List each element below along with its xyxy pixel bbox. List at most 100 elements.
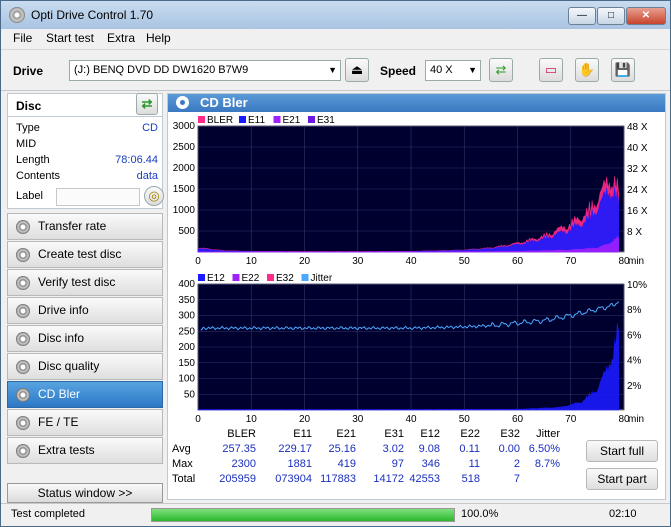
floppy-disk-icon: 💾 [614, 62, 632, 77]
minimize-button[interactable]: — [568, 7, 596, 25]
stats-cell: 3.02 [382, 443, 404, 455]
nav-cd-bler[interactable]: CD Bler [7, 381, 163, 408]
y2-tick-label: 4% [627, 356, 642, 367]
drive-label: Drive [13, 64, 44, 78]
start-part-button[interactable]: Start part [586, 468, 658, 490]
refresh-speed-button[interactable]: ⇄ [489, 58, 513, 82]
y-tick-label: 500 [178, 226, 195, 237]
disc-icon [16, 220, 30, 234]
x-tick-label: 10 [246, 256, 258, 267]
disc-panel-title: Disc [16, 99, 42, 113]
start-full-button[interactable]: Start full [586, 440, 658, 462]
nav-extra-tests[interactable]: Extra tests [7, 437, 163, 464]
refresh-icon: ⇄ [141, 96, 153, 111]
disc-contents-value: data [136, 170, 158, 182]
disc-icon: ◎ [148, 188, 160, 203]
nav-label: Verify test disc [38, 275, 116, 289]
disc-type-value: CD [142, 122, 158, 134]
y2-tick-label: 8 X [627, 227, 642, 238]
disc-icon [16, 444, 30, 458]
nav-label: Create test disc [38, 247, 122, 261]
nav-verify-test-disc[interactable]: Verify test disc [7, 269, 163, 296]
nav-label: CD Bler [38, 387, 81, 401]
legend-swatch [273, 116, 281, 123]
chevron-down-icon: ▼ [328, 65, 337, 75]
refresh-disc-button[interactable]: ⇄ [136, 93, 158, 115]
x-unit-label: min [628, 256, 644, 267]
progress-bar [151, 508, 455, 522]
elapsed-time: 02:10 [609, 508, 637, 520]
y-tick-label: 350 [178, 295, 195, 306]
y2-tick-label: 32 X [627, 164, 648, 175]
toolbar: Drive (J:) BENQ DVD DD DW1620 B7W9 ▼ ⏏ S… [1, 49, 670, 91]
save-button[interactable]: 💾 [611, 58, 635, 82]
nav-disc-quality[interactable]: Disc quality [7, 353, 163, 380]
stats-cell: Total [172, 473, 196, 485]
cd-bler-panel: CD Bler BLER E11 E21 E31 0 10 20 30 40 50 60 70 80 mi… [167, 93, 666, 500]
y2-tick-label: 8% [627, 305, 642, 316]
stats-header-cell: E22 [460, 428, 480, 440]
legend-swatch [301, 274, 309, 281]
stats-cell: 257.35 [222, 443, 256, 455]
stats-header-cell: BLER [227, 428, 256, 440]
legend-swatch [267, 274, 274, 281]
menu-extra[interactable]: Extra [107, 31, 135, 45]
nav-label: Drive info [38, 303, 89, 317]
nav-drive-info[interactable]: Drive info [7, 297, 163, 324]
stats-cell: 42553 [409, 473, 440, 485]
stats-cell: 1881 [287, 458, 312, 470]
y2-tick-label: 24 X [627, 185, 648, 196]
y-tick-label: 200 [178, 342, 195, 353]
menu-help[interactable]: Help [146, 31, 171, 45]
stats-cell: 117883 [320, 473, 356, 485]
disc-row-contents: Contents data [16, 170, 158, 185]
y-tick-label: 2500 [173, 142, 196, 153]
nav-label: FE / TE [38, 415, 79, 429]
stats-table: BLER E11 E21 E31 E12 E22 E32 Jitter Avg 257.35 229… [168, 424, 578, 494]
eraser-icon: ▭ [544, 62, 558, 77]
stats-cell: 6.50% [528, 443, 560, 455]
status-text: Test completed [11, 508, 85, 520]
disc-row-mid: MID [16, 138, 158, 153]
nav-transfer-rate[interactable]: Transfer rate [7, 213, 163, 240]
close-button[interactable]: ✕ [626, 7, 666, 25]
y2-tick-label: 6% [627, 330, 642, 341]
erase-button[interactable]: ▭ [539, 58, 563, 82]
speed-select[interactable]: 40 X ▼ [425, 60, 481, 81]
hand-icon: ✋ [578, 62, 596, 77]
x-tick-label: 30 [352, 256, 364, 267]
x-unit-label: min [628, 414, 644, 425]
disc-icon [16, 332, 30, 346]
eject-icon: ⏏ [350, 62, 364, 77]
disc-icon [16, 276, 30, 290]
progress-fill [152, 509, 454, 521]
status-window-button[interactable]: Status window >> [7, 483, 163, 503]
x-tick-label: 20 [299, 256, 311, 267]
label-apply-button[interactable]: ◎ [144, 186, 164, 206]
drive-select-value: (J:) BENQ DVD DD DW1620 B7W9 [74, 64, 249, 76]
legend-swatch [239, 116, 246, 123]
stats-cell: 14172 [373, 473, 404, 485]
drive-select[interactable]: (J:) BENQ DVD DD DW1620 B7W9 ▼ [69, 60, 341, 81]
disc-icon [16, 360, 30, 374]
legend-label: E12 [207, 273, 225, 284]
y-tick-label: 100 [178, 374, 195, 385]
disc-label-field[interactable] [56, 188, 140, 206]
menu-file[interactable]: File [13, 31, 32, 45]
maximize-button[interactable]: □ [597, 7, 625, 25]
y-tick-label: 250 [178, 326, 195, 337]
panel-header: CD Bler [168, 94, 665, 112]
nav-fe-te[interactable]: FE / TE [7, 409, 163, 436]
disc-info-box: Type CD MID Length 78:06.44 Contents data L… [7, 117, 164, 209]
eject-button[interactable]: ⏏ [345, 58, 369, 82]
y-tick-label: 2000 [173, 163, 196, 174]
nav-create-test-disc[interactable]: Create test disc [7, 241, 163, 268]
menu-bar: File Start test Extra Help [1, 29, 670, 47]
sidebar: Disc ⇄ Type CD MID Length 78:06.44 Content… [7, 93, 164, 503]
stats-cell: Max [172, 458, 193, 470]
stats-cell: 205959 [219, 473, 256, 485]
menu-start-test[interactable]: Start test [46, 31, 94, 45]
copy-button[interactable]: ✋ [575, 58, 599, 82]
x-tick-label: 0 [195, 256, 201, 267]
nav-disc-info[interactable]: Disc info [7, 325, 163, 352]
